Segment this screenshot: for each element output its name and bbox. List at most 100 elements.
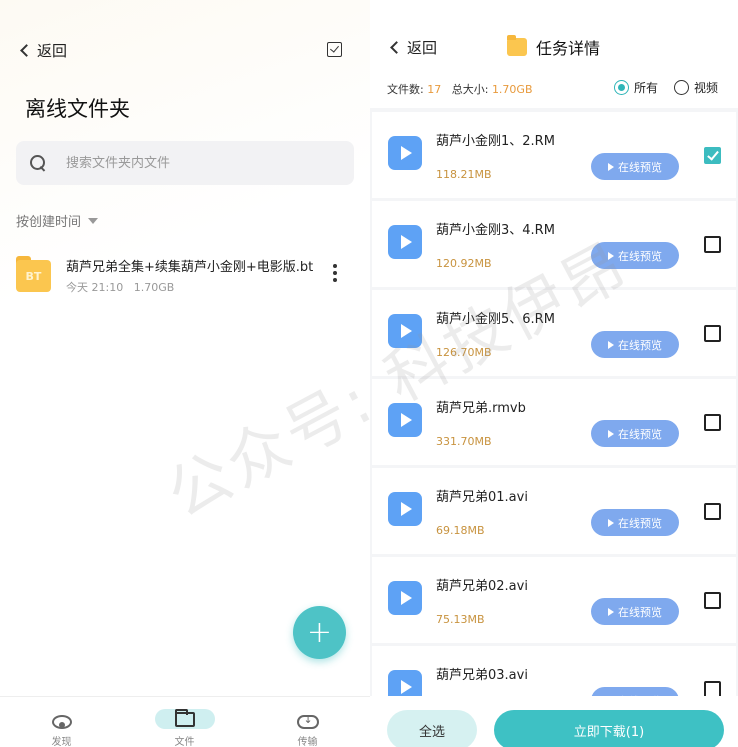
item-size: 126.70MB <box>436 346 492 359</box>
item-size: 75.13MB <box>436 613 485 626</box>
item-name: 葫芦兄弟01.avi <box>436 490 528 505</box>
preview-button[interactable]: 在线预览 <box>591 598 679 625</box>
filter-label: 视频 <box>694 81 719 95</box>
action-bar: 全选 立即下载(1) <box>370 696 738 747</box>
back-label: 返回 <box>37 42 68 60</box>
preview-label: 在线预览 <box>618 249 662 263</box>
list-item[interactable]: 葫芦小金刚1、2.RM 118.21MB 在线预览 <box>372 112 736 198</box>
item-checkbox[interactable] <box>704 147 721 164</box>
play-icon <box>608 251 614 260</box>
back-button[interactable]: 返回 <box>20 40 68 61</box>
item-name: 葫芦小金刚3、4.RM <box>436 223 555 238</box>
preview-label: 在线预览 <box>618 427 662 441</box>
more-vertical-icon[interactable] <box>332 264 338 284</box>
item-name: 葫芦兄弟.rmvb <box>436 401 526 416</box>
item-checkbox[interactable] <box>704 414 721 431</box>
page-title: 任务详情 <box>507 35 600 59</box>
filter-group: 所有 视频 <box>614 79 734 96</box>
count-label: 文件数: <box>387 83 424 96</box>
filter-all[interactable]: 所有 <box>614 79 658 96</box>
total-size: 1.70GB <box>491 83 533 96</box>
play-icon <box>608 340 614 349</box>
tab-discover[interactable]: 发现 <box>0 697 123 747</box>
item-checkbox[interactable] <box>704 503 721 520</box>
download-now-button[interactable]: 立即下载(1) <box>494 710 724 747</box>
multi-select-icon[interactable] <box>327 42 342 57</box>
item-size: 69.18MB <box>436 524 485 537</box>
item-checkbox[interactable] <box>704 236 721 253</box>
size-label: 总大小: <box>451 83 489 96</box>
search-input[interactable] <box>64 154 324 172</box>
item-size: 118.21MB <box>436 168 492 181</box>
item-checkbox[interactable] <box>704 592 721 609</box>
radio-selected-icon <box>614 80 629 95</box>
chevron-left-icon <box>20 44 33 57</box>
play-icon <box>608 607 614 616</box>
preview-button[interactable]: 在线预览 <box>591 331 679 358</box>
preview-label: 在线预览 <box>618 516 662 530</box>
cloud-download-icon <box>296 713 319 729</box>
task-title-text: 任务详情 <box>536 39 601 58</box>
filter-video[interactable]: 视频 <box>674 79 718 96</box>
list-item[interactable]: 葫芦小金刚3、4.RM 120.92MB 在线预览 <box>372 201 736 287</box>
preview-button[interactable]: 在线预览 <box>591 153 679 180</box>
video-play-icon <box>388 314 422 348</box>
preview-button[interactable]: 在线预览 <box>591 420 679 447</box>
item-name: 葫芦兄弟03.avi <box>436 668 528 683</box>
video-play-icon <box>388 492 422 526</box>
chevron-left-icon <box>390 41 403 54</box>
play-icon <box>608 518 614 527</box>
item-checkbox[interactable] <box>704 325 721 342</box>
file-meta: 今天 21:10 1.70GB <box>66 279 174 295</box>
file-date: 今天 21:10 <box>66 281 124 294</box>
tab-files[interactable]: 文件 <box>123 697 246 747</box>
caret-down-icon <box>88 217 99 224</box>
task-header: 返回 任务详情 文件数: 17 总大小: 1.70GB 所有 视频 <box>370 0 738 108</box>
preview-button[interactable]: 在线预览 <box>591 242 679 269</box>
list-item[interactable]: 葫芦兄弟02.avi 75.13MB 在线预览 <box>372 557 736 643</box>
video-play-icon <box>388 136 422 170</box>
list-item[interactable]: 葫芦兄弟01.avi 69.18MB 在线预览 <box>372 468 736 554</box>
folder-icon <box>507 35 527 56</box>
search-bar[interactable] <box>16 141 354 185</box>
video-play-icon <box>388 403 422 437</box>
play-icon <box>608 162 614 171</box>
back-button[interactable]: 返回 <box>390 37 438 58</box>
radio-icon <box>674 80 690 95</box>
add-button[interactable]: + <box>293 606 346 659</box>
preview-button[interactable]: 在线预览 <box>591 509 679 536</box>
task-stats: 文件数: 17 总大小: 1.70GB <box>387 81 533 97</box>
sort-dropdown[interactable]: 按创建时间 <box>16 211 99 230</box>
task-detail-panel: 返回 任务详情 文件数: 17 总大小: 1.70GB 所有 视频 葫芦小金刚1… <box>370 0 738 747</box>
page-title: 离线文件夹 <box>25 97 130 121</box>
item-size: 331.70MB <box>436 435 492 448</box>
bt-folder-icon: BT <box>16 256 51 292</box>
file-size: 1.70GB <box>133 281 175 294</box>
item-name: 葫芦小金刚5、6.RM <box>436 312 555 327</box>
video-play-icon <box>388 225 422 259</box>
tab-label: 发现 <box>51 737 72 747</box>
list-item[interactable]: 葫芦兄弟.rmvb 331.70MB 在线预览 <box>372 379 736 465</box>
preview-label: 在线预览 <box>618 160 662 174</box>
bottom-tab-bar: 发现 文件 传输 <box>0 696 370 747</box>
tab-label: 传输 <box>297 737 318 747</box>
sort-label: 按创建时间 <box>16 215 82 230</box>
item-name: 葫芦小金刚1、2.RM <box>436 134 555 149</box>
bt-icon-text: BT <box>16 260 51 292</box>
video-play-icon <box>388 581 422 615</box>
item-size: 120.92MB <box>436 257 492 270</box>
disc-icon <box>51 715 72 729</box>
preview-label: 在线预览 <box>618 605 662 619</box>
tab-transfer[interactable]: 传输 <box>246 697 369 747</box>
preview-label: 在线预览 <box>618 338 662 352</box>
back-label: 返回 <box>407 39 438 57</box>
list-item[interactable]: BT 葫芦兄弟全集+续集葫芦小金刚+电影版.bt 今天 21:10 1.70GB <box>16 250 356 300</box>
list-item[interactable]: 葫芦小金刚5、6.RM 126.70MB 在线预览 <box>372 290 736 376</box>
select-all-button[interactable]: 全选 <box>387 710 477 747</box>
file-count: 17 <box>427 83 442 96</box>
play-icon <box>608 429 614 438</box>
folder-icon <box>174 708 195 727</box>
file-name: 葫芦兄弟全集+续集葫芦小金刚+电影版.bt <box>66 260 314 275</box>
offline-folder-panel: 返回 离线文件夹 按创建时间 BT 葫芦兄弟全集+续集葫芦小金刚+电影版.bt … <box>0 0 370 747</box>
filter-label: 所有 <box>634 81 659 95</box>
